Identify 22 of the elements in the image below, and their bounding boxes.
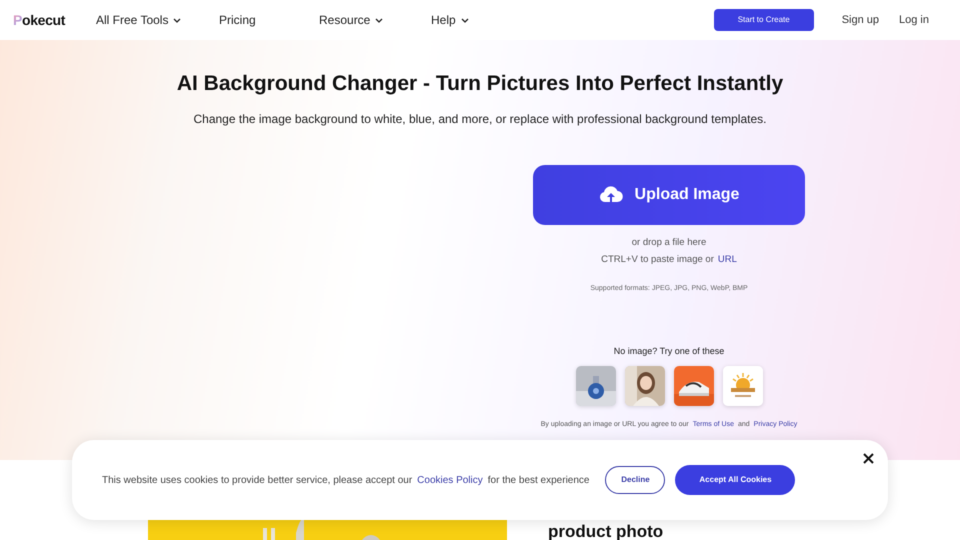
logo[interactable]: Pokecut	[13, 10, 96, 30]
cookie-notice: This website uses cookies to provide better service, please accept our	[102, 474, 412, 488]
upload-image-button[interactable]: Upload Image	[533, 164, 805, 224]
cookies-policy-link[interactable]: Cookies Policy	[417, 472, 483, 488]
log-in-link[interactable]: Log in	[899, 12, 929, 28]
page-title: AI Background Changer - Turn Pictures Into Perfect Instantly	[176, 71, 784, 97]
nav-menu-item[interactable]: Help	[431, 11, 511, 29]
nav-menu-item[interactable]: Resource	[319, 11, 431, 29]
subtitle: Change the image background to white, blue, and more, or replace with professional background templates.	[193, 110, 766, 128]
drop-hint: or drop a file here	[632, 236, 706, 250]
accept-all-cookies-button[interactable]: Accept All Cookies	[675, 465, 796, 495]
nav-menu-item[interactable]: All Free Tools	[96, 11, 219, 29]
sign-up-link[interactable]: Sign up	[842, 12, 880, 28]
paste-hint: CTRL+V to paste image or	[601, 252, 714, 267]
url-link[interactable]: URL	[718, 252, 737, 267]
section-heading: product photo	[548, 522, 664, 540]
start-to-create-button[interactable]: Start to Create	[714, 9, 814, 31]
decline-button[interactable]: Decline	[605, 466, 666, 494]
nav-menu-item[interactable]: Pricing	[219, 11, 319, 29]
close-icon[interactable]	[863, 453, 874, 464]
cookie-notice: for the best experience	[488, 474, 590, 488]
samples-title: No image? Try one of these	[614, 344, 724, 358]
